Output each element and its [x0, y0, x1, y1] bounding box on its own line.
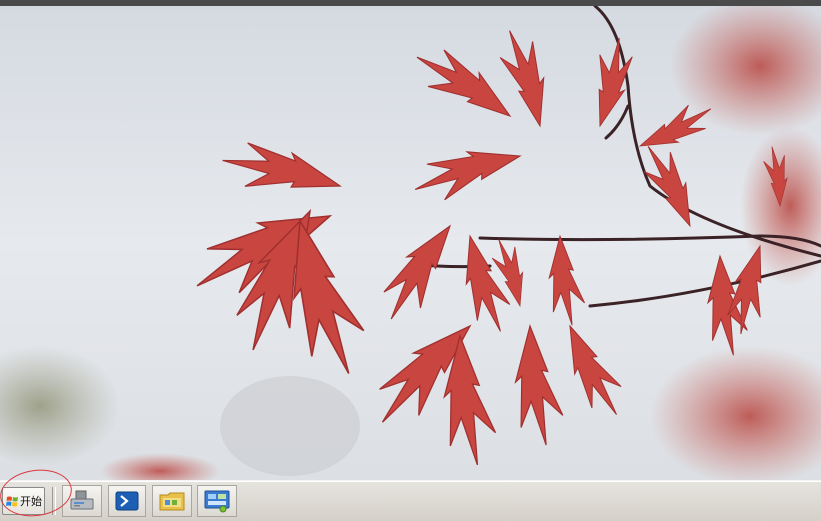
server-manager-button[interactable] [62, 485, 102, 517]
desktop-screen: 开始 [0, 0, 821, 521]
taskbar-separator [52, 487, 56, 515]
control-panel-button[interactable] [197, 485, 237, 517]
explorer-folder-icon [159, 492, 185, 511]
windows-logo-icon [6, 496, 18, 506]
explorer-button[interactable] [152, 485, 192, 517]
start-label: 开始 [20, 495, 42, 508]
powershell-button[interactable] [108, 485, 146, 517]
blurred-bare-tree [220, 376, 360, 476]
powershell-icon [115, 491, 139, 511]
desktop-wallpaper [0, 6, 821, 480]
taskbar: 开始 [0, 480, 821, 521]
control-panel-icon [204, 490, 230, 513]
start-button[interactable]: 开始 [2, 487, 45, 515]
server-manager-icon [70, 490, 94, 510]
